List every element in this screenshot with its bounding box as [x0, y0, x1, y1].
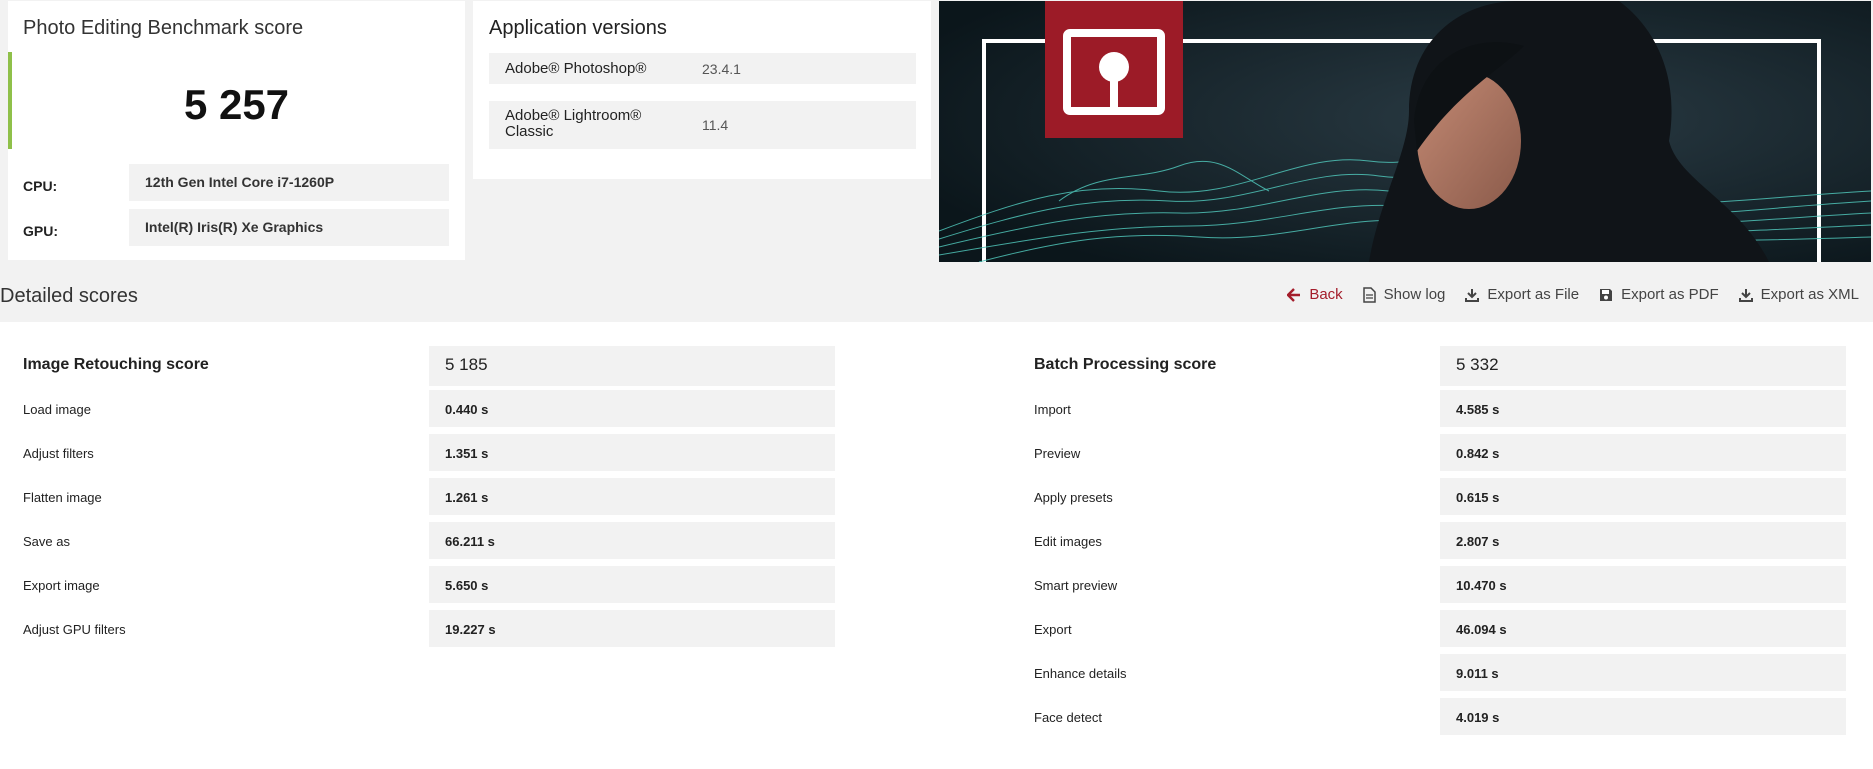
result-value: 9.011 s: [1440, 654, 1846, 691]
app-name: Adobe® Lightroom® Classic: [505, 108, 641, 140]
result-value: 2.807 s: [1440, 522, 1846, 559]
download-icon: [1738, 288, 1753, 302]
result-row: Export 46.094 s: [1034, 610, 1846, 654]
app-name-line1: Adobe® Lightroom®: [505, 107, 642, 124]
detailed-scores-panel: Image Retouching score 5 185 Load image …: [0, 322, 1873, 769]
result-label: Flatten image: [23, 490, 102, 505]
result-actions-toolbar: Back Show log Export as File Export as P…: [1287, 286, 1859, 303]
save-icon: [1600, 288, 1613, 301]
application-versions-card: Application versions Adobe® Photoshop® 2…: [473, 1, 931, 179]
result-label: Edit images: [1034, 534, 1102, 549]
result-row: Flatten image 1.261 s: [23, 478, 835, 522]
batch-processing-section: Batch Processing score 5 332 Import 4.58…: [1034, 346, 1846, 742]
export-xml-button[interactable]: Export as XML: [1738, 286, 1859, 303]
app-name: Adobe® Photoshop®: [505, 60, 647, 77]
hero-illustration: [939, 1, 1871, 262]
result-value: 5.650 s: [429, 566, 835, 603]
section-title: Image Retouching score: [23, 356, 209, 373]
result-label: Load image: [23, 402, 91, 417]
back-label: Back: [1309, 286, 1343, 303]
section-title: Batch Processing score: [1034, 356, 1217, 373]
back-arrow-icon: [1287, 287, 1301, 302]
result-row: Save as 66.211 s: [23, 522, 835, 566]
result-value: 0.842 s: [1440, 434, 1846, 471]
result-row: Load image 0.440 s: [23, 390, 835, 434]
result-row: Face detect 4.019 s: [1034, 698, 1846, 742]
export-pdf-button[interactable]: Export as PDF: [1599, 286, 1719, 303]
export-file-label: Export as File: [1487, 286, 1580, 303]
result-value: 66.211 s: [429, 522, 835, 559]
image-retouching-section: Image Retouching score 5 185 Load image …: [23, 346, 835, 654]
result-row: Apply presets 0.615 s: [1034, 478, 1846, 522]
result-label: Export: [1034, 622, 1072, 637]
result-value: 0.615 s: [1440, 478, 1846, 515]
download-icon: [1465, 288, 1480, 302]
app-version: 11.4: [702, 117, 729, 133]
show-log-label: Show log: [1383, 286, 1446, 303]
result-row: Smart preview 10.470 s: [1034, 566, 1846, 610]
result-value: 1.351 s: [429, 434, 835, 471]
result-value: 4.019 s: [1440, 698, 1846, 735]
back-button[interactable]: Back: [1287, 286, 1343, 303]
result-label: Smart preview: [1034, 578, 1118, 593]
result-label: Save as: [23, 534, 70, 549]
version-row-photoshop: Adobe® Photoshop® 23.4.1: [489, 53, 916, 84]
result-label: Import: [1034, 402, 1071, 417]
gpu-label: GPU:: [23, 223, 58, 239]
result-row: Edit images 2.807 s: [1034, 522, 1846, 566]
document-icon: [1362, 286, 1376, 303]
hero-banner-image: [939, 1, 1871, 262]
app-version: 23.4.1: [702, 61, 741, 77]
benchmark-score-card: Photo Editing Benchmark score 5 257 CPU:…: [8, 1, 465, 260]
detailed-scores-title: Detailed scores: [0, 285, 138, 307]
result-label: Face detect: [1034, 710, 1102, 725]
result-row: Enhance details 9.011 s: [1034, 654, 1846, 698]
section-header-row: Image Retouching score 5 185: [23, 346, 835, 390]
result-row: Preview 0.842 s: [1034, 434, 1846, 478]
section-score: 5 332: [1440, 346, 1846, 386]
export-pdf-label: Export as PDF: [1621, 286, 1719, 303]
result-row: Adjust filters 1.351 s: [23, 434, 835, 478]
version-row-lightroom: Adobe® Lightroom® Classic 11.4: [489, 101, 916, 149]
cpu-value: 12th Gen Intel Core i7-1260P: [129, 164, 449, 201]
versions-title: Application versions: [489, 17, 667, 39]
result-value: 46.094 s: [1440, 610, 1846, 647]
cpu-label: CPU:: [23, 178, 58, 194]
result-label: Adjust GPU filters: [23, 622, 126, 637]
section-score: 5 185: [429, 346, 835, 386]
export-xml-label: Export as XML: [1760, 286, 1859, 303]
result-row: Adjust GPU filters 19.227 s: [23, 610, 835, 654]
score-card-title: Photo Editing Benchmark score: [23, 17, 304, 39]
result-row: Export image 5.650 s: [23, 566, 835, 610]
result-value: 19.227 s: [429, 610, 835, 647]
result-label: Preview: [1034, 446, 1081, 461]
result-value: 1.261 s: [429, 478, 835, 515]
overall-score: 5 257: [183, 81, 290, 128]
result-label: Enhance details: [1034, 666, 1127, 681]
export-file-button[interactable]: Export as File: [1465, 286, 1579, 303]
section-header-row: Batch Processing score 5 332: [1034, 346, 1846, 390]
result-label: Export image: [23, 578, 100, 593]
result-value: 0.440 s: [429, 390, 835, 427]
gpu-value: Intel(R) Iris(R) Xe Graphics: [129, 209, 449, 246]
result-value: 10.470 s: [1440, 566, 1846, 603]
result-label: Adjust filters: [23, 446, 94, 461]
result-value: 4.585 s: [1440, 390, 1846, 427]
app-name-line2: Classic: [505, 123, 554, 140]
show-log-button[interactable]: Show log: [1362, 286, 1446, 303]
result-label: Apply presets: [1034, 490, 1113, 505]
result-row: Import 4.585 s: [1034, 390, 1846, 434]
